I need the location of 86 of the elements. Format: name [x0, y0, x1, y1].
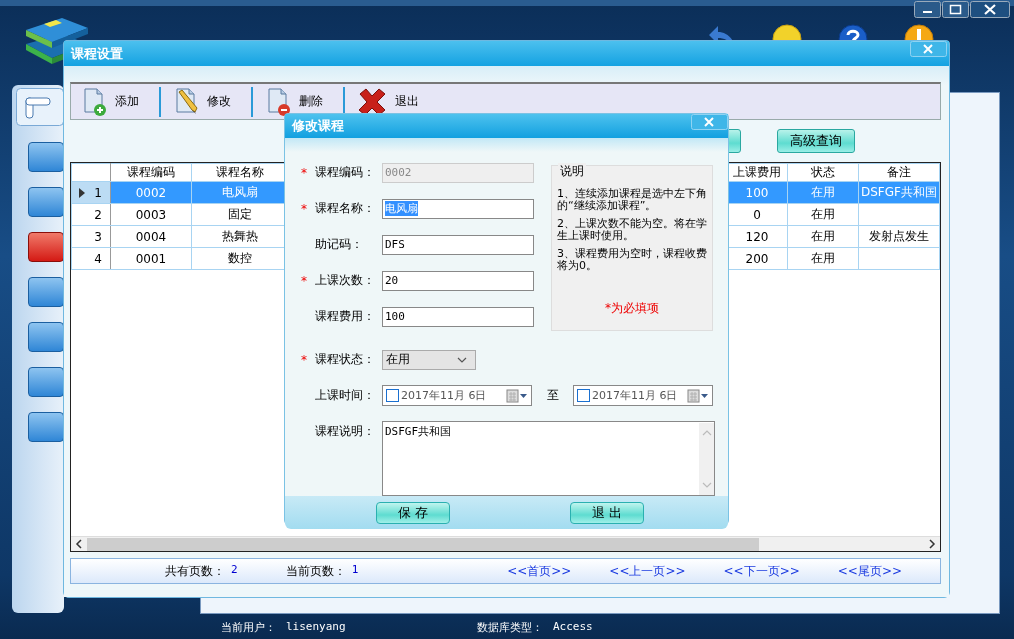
sidebar-button[interactable] [28, 232, 64, 262]
dialog-button[interactable]: 保 存 [376, 501, 450, 524]
cross-icon [357, 87, 387, 116]
calendar-icon[interactable] [687, 388, 709, 403]
scrollbar-thumb[interactable] [87, 537, 759, 551]
pager-label: 共有页数： [165, 562, 225, 580]
sidebar-button[interactable] [28, 367, 64, 397]
checkbox[interactable] [577, 389, 590, 402]
dialog-title: 修改课程 [292, 117, 344, 135]
row-number: 3 [94, 229, 102, 244]
input-field[interactable]: 20 [382, 270, 534, 291]
field-label: 课程名称： [315, 200, 376, 217]
row-number: 4 [94, 251, 102, 266]
key-tab-icon[interactable] [16, 88, 64, 126]
checkbox[interactable] [386, 389, 399, 402]
field-label: 课程编码： [315, 164, 376, 181]
column-header: 课程编码 [110, 163, 192, 182]
input-field[interactable]: DFS [382, 234, 534, 255]
table-cell: 在用 [787, 225, 859, 248]
sidebar-button[interactable] [28, 412, 64, 442]
advanced-search-button[interactable]: 高级查询 [777, 129, 855, 153]
toolbar-button[interactable]: 退出 [357, 86, 427, 117]
document-minus-icon [265, 87, 291, 116]
chevron-down-icon [457, 355, 467, 364]
pager-value: 1 [351, 562, 359, 578]
status-dropdown[interactable]: 在用 [382, 349, 476, 370]
calendar-icon[interactable] [506, 388, 528, 403]
status-label: 当前用户： [221, 620, 276, 635]
status-value: lisenyang [286, 620, 346, 635]
pager-link[interactable]: <<首页>> [507, 562, 572, 580]
row-number: 1 [94, 185, 102, 200]
date-picker[interactable]: 2017年11月 6日 [573, 385, 713, 406]
window-title: 课程设置 [71, 44, 123, 63]
sidebar-button[interactable] [28, 322, 64, 352]
table-cell: 在用 [787, 203, 859, 226]
scroll-left-icon[interactable] [74, 538, 84, 550]
required-mark: * [301, 273, 308, 288]
row-number: 2 [94, 207, 102, 222]
note-text: 3、课程费用为空时，课程收费将为0。 [557, 248, 707, 272]
note-text: 2、上课次数不能为空。将在学生上课时使用。 [557, 218, 707, 242]
required-mark: * [301, 352, 308, 367]
status-value: Access [553, 620, 593, 635]
column-header: 状态 [787, 163, 859, 182]
input-field[interactable]: 100 [382, 306, 534, 327]
table-cell: 0004 [110, 225, 192, 248]
column-header: 备注 [858, 163, 940, 182]
document-plus-icon [81, 87, 107, 116]
maximize-icon[interactable] [942, 1, 969, 18]
table-cell: 发射点发生 [858, 225, 940, 248]
field-label: 上课次数： [315, 272, 376, 289]
toolbar-button[interactable]: 修改 [173, 86, 239, 117]
column-header: 上课费用 [726, 163, 788, 182]
pager-value: 2 [231, 562, 238, 578]
sidebar-button[interactable] [28, 277, 64, 307]
scroll-right-icon[interactable] [927, 538, 937, 550]
close-icon[interactable] [970, 1, 1010, 18]
toolbar-button[interactable]: 添加 [81, 86, 147, 117]
table-cell: 0001 [110, 247, 192, 270]
notes-legend: 说明 [558, 163, 586, 180]
required-mark: * [301, 201, 308, 216]
sidebar-button[interactable] [28, 142, 64, 172]
field-label: 助记码： [315, 236, 364, 253]
required-mark: * [301, 165, 308, 180]
pager-link[interactable]: <<尾页>> [837, 562, 902, 580]
table-cell: 0003 [110, 203, 192, 226]
range-separator: 至 [545, 387, 560, 404]
table-cell: 在用 [787, 247, 859, 270]
pager-label: 当前页数： [285, 562, 346, 580]
required-note: *为必填项 [604, 300, 660, 317]
pager-link[interactable]: <<下一页>> [723, 562, 800, 580]
field-label: 课程说明： [315, 423, 376, 440]
warning-icon [904, 24, 934, 40]
field-label: 课程费用： [315, 308, 376, 325]
field-label: 上课时间： [315, 387, 376, 404]
status-label: 数据库类型： [477, 620, 543, 635]
sidebar-button[interactable] [28, 187, 64, 217]
note-text: 1、连续添加课程是选中左下角的“继续添加课程”。 [557, 188, 707, 212]
dialog-button[interactable]: 退 出 [570, 501, 644, 524]
pencil-document-icon [173, 87, 199, 116]
help-icon [838, 24, 868, 40]
field-label: 课程状态： [315, 351, 376, 368]
date-picker[interactable]: 2017年11月 6日 [382, 385, 532, 406]
pager-link[interactable]: <<上一页>> [609, 562, 686, 580]
toolbar-button[interactable]: 删除 [265, 86, 331, 117]
minimize-icon[interactable] [914, 1, 941, 18]
row-pointer-icon [78, 187, 86, 198]
